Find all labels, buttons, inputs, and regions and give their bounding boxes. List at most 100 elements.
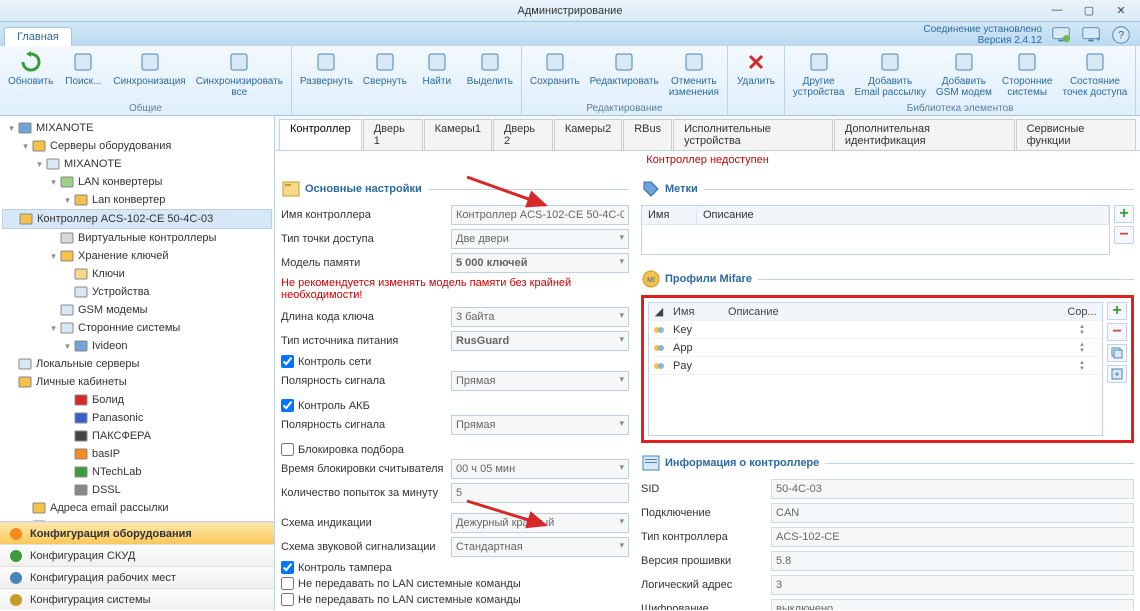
tree-node[interactable]: Личные кабинеты (2, 373, 272, 391)
labels-grid[interactable]: Имя Описание (641, 205, 1110, 255)
block-time-input[interactable] (451, 459, 629, 479)
ribbon-поиск-[interactable]: Поиск... (59, 48, 107, 102)
tab-8[interactable]: Сервисные функции (1016, 119, 1136, 150)
labels-remove-button[interactable]: − (1114, 226, 1134, 244)
help-icon[interactable]: ? (1110, 24, 1132, 46)
tree-node[interactable]: NTechLab (2, 463, 272, 481)
memory-model-select[interactable] (451, 253, 629, 273)
tab-1[interactable]: Дверь 1 (363, 119, 423, 150)
ribbon-удалить[interactable]: Удалить (732, 48, 780, 113)
mifare-row[interactable]: App▲▼ (649, 339, 1102, 357)
tree-node[interactable]: ПАКСФЕРА (2, 427, 272, 445)
tab-2[interactable]: Камеры1 (424, 119, 492, 150)
tree-node[interactable]: Болид (2, 391, 272, 409)
attempts-input[interactable] (451, 483, 629, 503)
power-source-select[interactable] (451, 331, 629, 351)
bruteforce-block-checkbox[interactable]: Блокировка подбора (281, 443, 629, 456)
ribbon-редактировать[interactable]: Редактировать (586, 48, 663, 102)
ribbon-выделить[interactable]: Выделить (463, 48, 517, 113)
mifare-add-button[interactable]: + (1107, 302, 1127, 320)
tree-node[interactable]: ▾MIXANOTE (2, 155, 272, 173)
ribbon-другие-устройства[interactable]: Другие устройства (789, 48, 849, 102)
info-value (771, 527, 1134, 547)
tree-node[interactable]: Локальные серверы (2, 355, 272, 373)
ribbon-найти[interactable]: Найти (413, 48, 461, 113)
maximize-button[interactable]: ▢ (1074, 2, 1104, 18)
tree-node[interactable]: GSM модемы (2, 301, 272, 319)
close-button[interactable]: ✕ (1106, 2, 1136, 18)
ribbon-отменить-изменения[interactable]: Отменить изменения (665, 48, 723, 102)
tree-node[interactable]: DSSL (2, 481, 272, 499)
tab-5[interactable]: RBus (623, 119, 672, 150)
controller-name-input[interactable] (451, 205, 629, 225)
tree-node[interactable]: ▾LAN конвертеры (2, 173, 272, 191)
ribbon-label: Свернуть (363, 76, 407, 87)
network-control-checkbox[interactable]: Контроль сети (281, 355, 629, 368)
monitor-settings-icon[interactable]: ▾ (1080, 24, 1102, 46)
ribbon-развернуть[interactable]: Развернуть (296, 48, 357, 113)
labels-col-name[interactable]: Имя (642, 206, 697, 224)
tab-6[interactable]: Исполнительные устройства (673, 119, 833, 150)
nav-button[interactable]: Конфигурация рабочих мест (0, 566, 274, 588)
device-tree[interactable]: ▾MIXANOTE▾Серверы оборудования▾MIXANOTE▾… (0, 116, 274, 521)
sound-scheme-select[interactable] (451, 537, 629, 557)
mifare-row[interactable]: Key▲▼ (649, 321, 1102, 339)
tab-7[interactable]: Дополнительная идентификация (834, 119, 1015, 150)
akb-control-checkbox[interactable]: Контроль АКБ (281, 399, 629, 412)
mifare-col-cor[interactable]: Cop... (1062, 306, 1102, 318)
access-point-type-select[interactable] (451, 229, 629, 249)
tree-node[interactable]: Panasonic (2, 409, 272, 427)
tamper-control-checkbox[interactable]: Контроль тампера (281, 561, 629, 574)
tree-node[interactable]: basIP (2, 445, 272, 463)
ribbon-свернуть[interactable]: Свернуть (359, 48, 411, 113)
tree-node[interactable]: ▾Серверы оборудования (2, 137, 272, 155)
ribbon-синхронизация[interactable]: Синхронизация (109, 48, 189, 102)
tab-0[interactable]: Контроллер (279, 119, 362, 150)
ribbon-сохранить[interactable]: Сохранить (526, 48, 584, 102)
labels-add-button[interactable]: + (1114, 205, 1134, 223)
mifare-copy-button[interactable] (1107, 344, 1127, 362)
ribbon-обновить[interactable]: Обновить (4, 48, 57, 102)
ribbon-добавить-gsm-модем[interactable]: Добавить GSM модем (932, 48, 996, 102)
nav-button[interactable]: Конфигурация СКУД (0, 544, 274, 566)
ribbon-сторонние-системы[interactable]: Сторонние системы (998, 48, 1057, 102)
nav-button[interactable]: Конфигурация оборудования (0, 522, 274, 544)
tree-node[interactable]: Устройства (2, 283, 272, 301)
ribbon-добавить-email-рассылку[interactable]: Добавить Email рассылку (850, 48, 929, 102)
minimize-button[interactable]: ― (1042, 2, 1072, 18)
no-lan-commands1-checkbox[interactable]: Не передавать по LAN системные команды (281, 577, 629, 590)
tab-3[interactable]: Дверь 2 (493, 119, 553, 150)
tree-label: Личные кабинеты (36, 376, 127, 388)
signal-polarity2-select[interactable] (451, 415, 629, 435)
no-lan-commands2-checkbox[interactable]: Не передавать по LAN системные команды (281, 593, 629, 606)
signal-polarity1-select[interactable] (451, 371, 629, 391)
key-length-label: Длина кода ключа (281, 311, 451, 323)
mifare-col-name[interactable]: Имя (669, 306, 724, 318)
tab-4[interactable]: Камеры2 (554, 119, 622, 150)
mifare-grid[interactable]: ◢ Имя Описание Cop... Key▲▼App▲▼Pay▲▼ (648, 302, 1103, 436)
key-length-select[interactable] (451, 307, 629, 327)
labels-col-desc[interactable]: Описание (697, 206, 1109, 224)
tree-node[interactable]: ▾Ivideon (2, 337, 272, 355)
ribbon-label: Сторонние системы (1002, 76, 1053, 98)
mifare-row[interactable]: Pay▲▼ (649, 357, 1102, 375)
ribbon-tab-main[interactable]: Главная (4, 27, 72, 46)
ribbon-синхронизировать-все[interactable]: Синхронизировать все (192, 48, 287, 102)
tree-node[interactable]: ▾Хранение ключей (2, 247, 272, 265)
monitor-info-icon[interactable] (1050, 24, 1072, 46)
tree-node[interactable]: Виртуальные контроллеры (2, 229, 272, 247)
mifare-remove-button[interactable]: − (1107, 323, 1127, 341)
tree-label: Ключи (92, 268, 125, 280)
tree-node[interactable]: ▾MIXANOTE (2, 119, 272, 137)
tree-node[interactable]: Адреса email рассылки (2, 499, 272, 517)
indication-select[interactable] (451, 513, 629, 533)
nav-button[interactable]: Конфигурация системы (0, 588, 274, 610)
ribbon-состояние-точек-доступа[interactable]: Состояние точек доступа (1059, 48, 1132, 102)
svg-text:▾: ▾ (1097, 34, 1101, 43)
tree-node[interactable]: Контроллер ACS-102-CE 50-4C-03 (2, 209, 272, 229)
tree-node[interactable]: ▾Сторонние системы (2, 319, 272, 337)
mifare-col-desc[interactable]: Описание (724, 306, 1062, 318)
mifare-paste-button[interactable] (1107, 365, 1127, 383)
tree-node[interactable]: Ключи (2, 265, 272, 283)
tree-node[interactable]: ▾Lan конвертер (2, 191, 272, 209)
